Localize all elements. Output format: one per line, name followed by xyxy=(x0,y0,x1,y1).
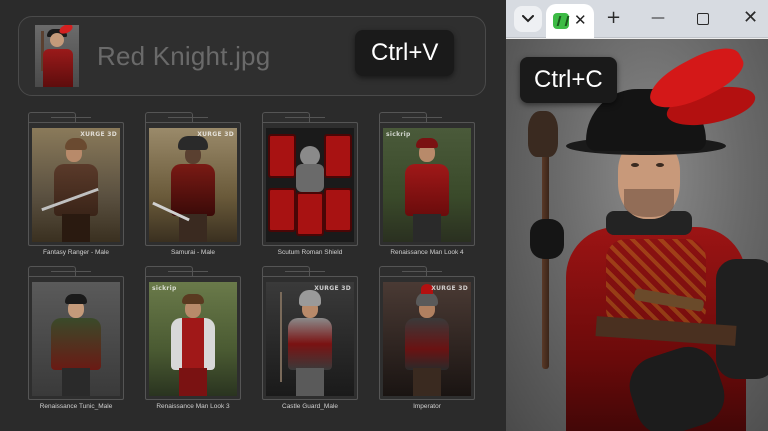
brand-watermark: XURGE 3D xyxy=(80,131,117,138)
dropped-image-thumbnail xyxy=(35,25,79,87)
asset-thumbnail: XURGE 3D xyxy=(383,282,471,396)
asset-card-castle-guard-male[interactable]: XURGE 3D Castle Guard_Male xyxy=(256,266,373,416)
asset-label: Renaissance Man Look 3 xyxy=(156,403,230,410)
asset-card-renaissance-tunic-male[interactable]: Renaissance Tunic_Male xyxy=(22,266,139,416)
close-tab-icon[interactable]: ✕ xyxy=(574,11,587,29)
active-tab[interactable]: ✕ xyxy=(546,4,594,38)
asset-label: Imperator xyxy=(413,403,441,410)
brand-watermark: XURGE 3D xyxy=(197,131,234,138)
dropped-filename: Red Knight.jpg xyxy=(97,41,271,71)
asset-card-renaissance-man-look-4[interactable]: sickrip Renaissance Man Look 4 xyxy=(373,112,490,262)
minimize-button[interactable]: — xyxy=(651,8,665,28)
brand-watermark: XURGE 3D xyxy=(431,285,468,292)
asset-thumbnail xyxy=(266,128,354,242)
app-favicon-icon xyxy=(553,13,569,29)
asset-label: Scutum Roman Shield xyxy=(277,249,343,256)
asset-label: Samurai - Male xyxy=(170,249,216,256)
asset-card-imperator[interactable]: XURGE 3D Imperator xyxy=(373,266,490,416)
image-viewport: Ctrl+C xyxy=(506,39,768,431)
asset-thumbnail: XURGE 3D xyxy=(149,128,237,242)
asset-label: Renaissance Tunic_Male xyxy=(39,403,113,410)
asset-card-fantasy-ranger[interactable]: XURGE 3D Fantasy Ranger - Male xyxy=(22,112,139,262)
asset-grid: XURGE 3D Fantasy Ranger - Male XURGE 3D … xyxy=(22,112,492,422)
asset-label: Fantasy Ranger - Male xyxy=(42,249,110,256)
asset-thumbnail: XURGE 3D xyxy=(266,282,354,396)
asset-card-renaissance-man-look-3[interactable]: sickrip Renaissance Man Look 3 xyxy=(139,266,256,416)
maximize-button[interactable] xyxy=(697,13,709,25)
chevron-down-icon xyxy=(522,15,534,23)
asset-thumbnail: XURGE 3D xyxy=(32,128,120,242)
asset-card-scutum-roman-shield[interactable]: Scutum Roman Shield xyxy=(256,112,373,262)
asset-thumbnail xyxy=(32,282,120,396)
asset-label: Renaissance Man Look 4 xyxy=(390,249,464,256)
paste-shortcut-hint: Ctrl+V xyxy=(355,30,455,76)
asset-thumbnail: sickrip xyxy=(149,282,237,396)
new-tab-button[interactable]: + xyxy=(606,8,621,28)
copy-shortcut-hint: Ctrl+C xyxy=(520,57,617,103)
brand-watermark: XURGE 3D xyxy=(314,285,351,292)
brand-watermark: sickrip xyxy=(386,131,411,138)
asset-library-pane: Red Knight.jpg Ctrl+V XURGE 3D Fantasy R… xyxy=(0,0,506,431)
asset-label: Castle Guard_Male xyxy=(282,403,338,410)
tab-bar: ✕ + — ✕ xyxy=(506,0,768,38)
brand-watermark: sickrip xyxy=(152,285,177,292)
browser-window: ✕ + — ✕ Ctrl+C xyxy=(506,0,768,431)
tab-search-button[interactable] xyxy=(514,6,542,32)
asset-thumbnail: sickrip xyxy=(383,128,471,242)
close-window-button[interactable]: ✕ xyxy=(743,8,758,28)
asset-card-samurai[interactable]: XURGE 3D Samurai - Male xyxy=(139,112,256,262)
